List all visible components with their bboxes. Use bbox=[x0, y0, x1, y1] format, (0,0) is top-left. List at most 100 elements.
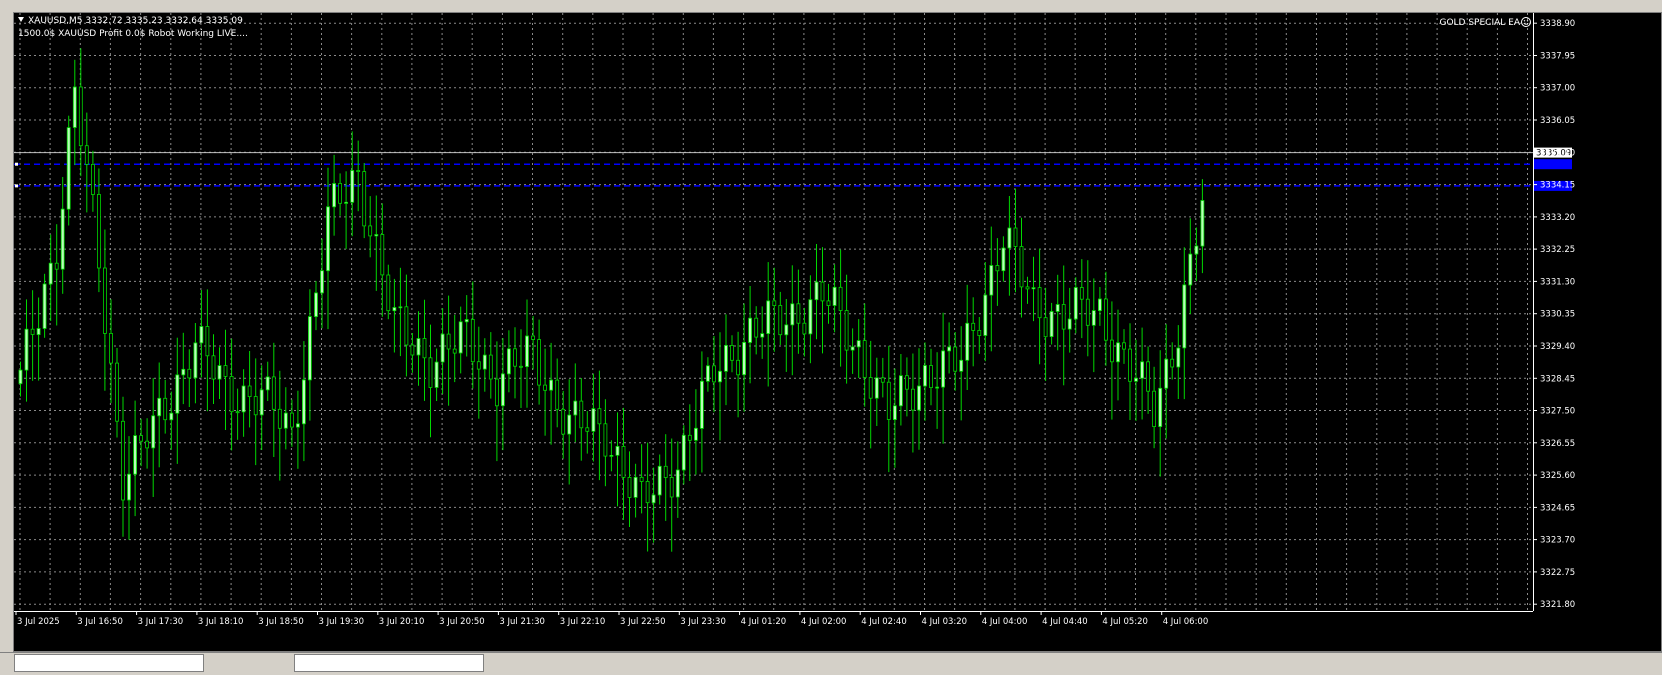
symbol-quote-line: XAUUSD,M5 3332.72 3335.23 3332.64 3335.0… bbox=[28, 16, 243, 26]
bull-candle bbox=[947, 346, 951, 352]
bear-candle bbox=[428, 357, 433, 388]
chart-tab[interactable] bbox=[14, 654, 204, 672]
bear-candle bbox=[115, 362, 119, 422]
bear-candle bbox=[103, 267, 107, 334]
time-tick-label: 3 Jul 22:50 bbox=[620, 617, 666, 627]
bear-candle bbox=[163, 397, 168, 421]
price-tick-label: 3337.95 bbox=[1540, 52, 1575, 62]
bull-candle bbox=[784, 324, 789, 336]
bull-candle bbox=[398, 306, 403, 309]
bear-candle bbox=[953, 346, 958, 372]
bull-candle bbox=[458, 321, 463, 354]
time-tick-label: 3 Jul 17:30 bbox=[138, 617, 184, 627]
price-levels: 3335.09 bbox=[14, 147, 1572, 191]
bull-candle bbox=[1001, 247, 1006, 272]
level-anchor bbox=[15, 162, 18, 166]
price-tick-label: 3334.15 bbox=[1540, 181, 1575, 191]
bear-candle bbox=[380, 234, 385, 276]
price-tick-label: 3321.80 bbox=[1540, 600, 1575, 610]
ea-label: GOLD SPECIAL EA bbox=[1439, 18, 1520, 28]
price-tick-label: 3337.00 bbox=[1540, 84, 1575, 94]
bear-candle bbox=[205, 326, 210, 357]
bull-candle bbox=[657, 465, 662, 496]
bear-candle bbox=[54, 262, 59, 270]
bear-candle bbox=[911, 388, 915, 411]
bear-candle bbox=[271, 376, 276, 410]
price-axis: 3338.90 3337.95 3337.00 3336.05 3335.10 3334.… bbox=[1533, 13, 1575, 611]
bear-candle bbox=[929, 365, 933, 389]
price-tick-label: 3325.60 bbox=[1540, 471, 1575, 481]
time-axis: 3 Jul 2025 3 Jul 16:50 3 Jul 17:30 3 Jul 18… bbox=[14, 611, 1533, 627]
bull-candle bbox=[874, 377, 879, 399]
chart-window[interactable]: 3335.09 3338.90 3337.95 3337.00 3336.05 3335… bbox=[13, 12, 1662, 652]
bull-candle bbox=[1134, 377, 1138, 382]
bear-candle bbox=[712, 365, 716, 383]
price-tick-label: 3330.35 bbox=[1540, 310, 1575, 320]
bull-candle bbox=[193, 342, 198, 379]
candlestick-chart[interactable]: 3335.09 3338.90 3337.95 3337.00 3336.05 3335… bbox=[14, 13, 1661, 651]
bull-candle bbox=[506, 348, 511, 375]
bear-candle bbox=[1013, 227, 1018, 247]
bear-candle bbox=[277, 408, 282, 429]
bull-candle bbox=[1200, 200, 1205, 247]
bull-candle bbox=[326, 206, 330, 272]
bear-candle bbox=[476, 361, 481, 370]
bull-candle bbox=[72, 86, 77, 128]
time-tick-label: 4 Jul 02:40 bbox=[861, 617, 907, 627]
bull-candle bbox=[573, 400, 578, 416]
bull-candle bbox=[1194, 245, 1199, 255]
bull-candle bbox=[681, 434, 686, 471]
bull-candle bbox=[374, 234, 379, 237]
bear-candle bbox=[1043, 317, 1048, 338]
bull-candle bbox=[935, 386, 939, 389]
bull-candle bbox=[307, 316, 312, 381]
bull-candle bbox=[760, 333, 765, 338]
bull-candle bbox=[295, 423, 300, 428]
bear-candle bbox=[289, 412, 294, 428]
bear-candle bbox=[235, 411, 240, 414]
candles bbox=[18, 48, 1205, 552]
bear-candle bbox=[862, 340, 867, 378]
bear-candle bbox=[229, 375, 234, 413]
bear-candle bbox=[1079, 287, 1084, 300]
bull-candle bbox=[169, 412, 174, 421]
price-tick-label: 3332.25 bbox=[1540, 245, 1575, 255]
bull-candle bbox=[440, 333, 445, 363]
bear-candle bbox=[368, 225, 373, 237]
chart-tab[interactable] bbox=[294, 654, 484, 672]
bear-candle bbox=[597, 408, 602, 425]
smiley-icon[interactable] bbox=[1521, 17, 1531, 27]
bull-candle bbox=[18, 369, 23, 385]
bull-candle bbox=[175, 374, 180, 414]
bull-candle bbox=[832, 286, 837, 306]
bull-candle bbox=[434, 361, 439, 388]
bull-candle bbox=[301, 379, 306, 425]
time-tick-label: 4 Jul 05:20 bbox=[1102, 617, 1148, 627]
bull-candle bbox=[1073, 287, 1078, 320]
price-tick-label: 3335.10 bbox=[1540, 148, 1575, 158]
bear-candle bbox=[513, 348, 517, 367]
bear-candle bbox=[820, 281, 825, 302]
bear-candle bbox=[645, 480, 650, 504]
bear-candle bbox=[338, 183, 343, 204]
bull-candle bbox=[1158, 387, 1163, 427]
bear-candle bbox=[844, 310, 849, 351]
bull-candle bbox=[199, 326, 204, 344]
bear-candle bbox=[778, 305, 783, 336]
time-tick-label: 4 Jul 02:00 bbox=[801, 617, 847, 627]
time-tick-label: 3 Jul 20:50 bbox=[439, 617, 485, 627]
bear-candle bbox=[531, 335, 535, 340]
bear-candle bbox=[1104, 298, 1108, 341]
price-tick-label: 3328.45 bbox=[1540, 374, 1575, 384]
bear-candle bbox=[1122, 342, 1126, 350]
bull-candle bbox=[1049, 311, 1054, 338]
bull-candle bbox=[1176, 347, 1181, 368]
bull-candle bbox=[133, 435, 137, 475]
bear-candle bbox=[253, 396, 258, 416]
bull-candle bbox=[344, 201, 349, 204]
time-tick-label: 4 Jul 06:00 bbox=[1163, 617, 1209, 627]
bear-candle bbox=[880, 377, 885, 383]
bull-candle bbox=[42, 283, 47, 329]
bull-candle bbox=[48, 262, 53, 285]
chart-menu-arrow-icon[interactable] bbox=[18, 17, 24, 22]
